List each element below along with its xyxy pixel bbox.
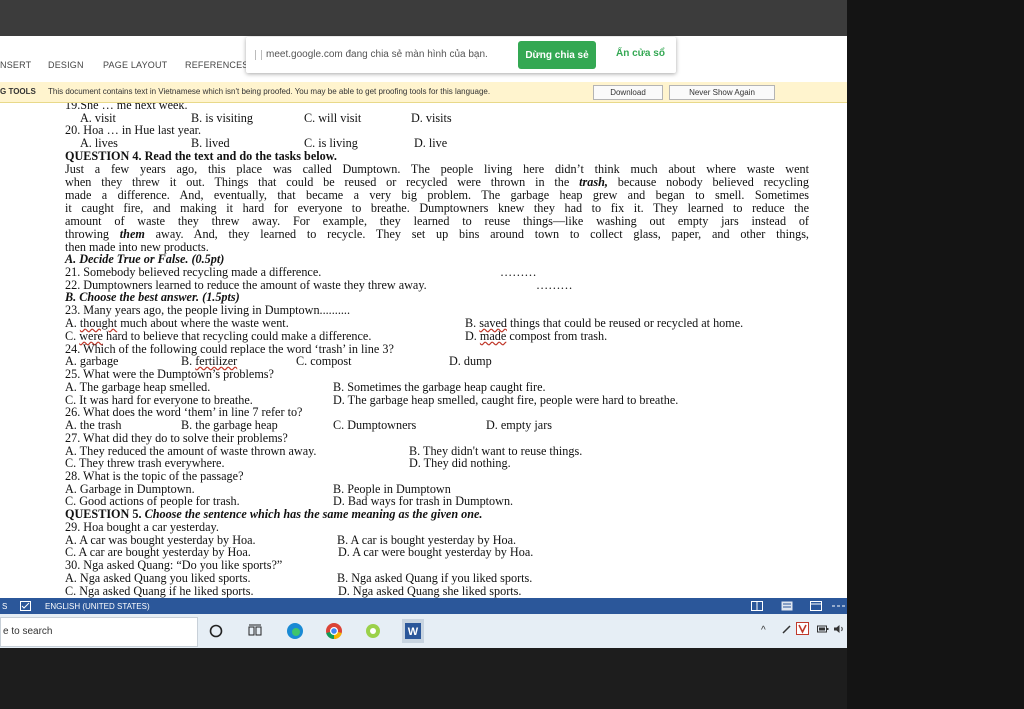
web-layout-icon[interactable] xyxy=(810,601,822,613)
hide-button[interactable]: Ẩn cửa sổ xyxy=(616,48,665,59)
message-bar-label: G TOOLS xyxy=(0,87,36,96)
search-placeholder: e to search xyxy=(3,626,53,637)
language-indicator[interactable]: ENGLISH (UNITED STATES) xyxy=(45,602,150,611)
window-top-area xyxy=(0,0,847,36)
app-icon[interactable] xyxy=(364,622,382,640)
word-icon[interactable]: W xyxy=(402,619,424,643)
q30-option-d: D. Nga asked Quang she liked sports. xyxy=(338,584,522,598)
screen-share-margin xyxy=(0,648,847,709)
q23-option-d: D. made compost from trash. xyxy=(465,329,608,343)
q19-option-c: C. will visit xyxy=(304,111,362,125)
zoom-slider[interactable] xyxy=(832,601,846,613)
cortana-icon[interactable] xyxy=(207,622,225,640)
q30-option-c: C. Nga asked Quang if he liked sports. xyxy=(65,584,254,598)
message-bar-text: This document contains text in Vietnames… xyxy=(48,87,491,96)
edge-icon[interactable] xyxy=(286,622,304,640)
taskbar: e to search W ^ xyxy=(0,614,847,648)
tab-design[interactable]: DESIGN xyxy=(48,60,84,70)
tab-insert[interactable]: NSERT xyxy=(0,60,31,70)
status-bar: S ENGLISH (UNITED STATES) xyxy=(0,598,847,614)
q19-option-d: D. visits xyxy=(411,111,452,125)
volume-icon[interactable] xyxy=(833,624,845,637)
document-page[interactable]: 19.She … me next week. A. visit B. is vi… xyxy=(0,103,847,598)
q27-option-d: D. They did nothing. xyxy=(409,456,511,470)
battery-icon[interactable] xyxy=(817,624,829,637)
pen-icon[interactable] xyxy=(782,624,792,637)
download-button[interactable]: Download xyxy=(593,85,663,100)
q21-blank: ……… xyxy=(500,265,537,279)
q24-option-c: C. compost xyxy=(296,354,352,368)
side-panel-area xyxy=(847,0,1024,709)
never-show-again-button[interactable]: Never Show Again xyxy=(669,85,775,100)
page-indicator[interactable]: S xyxy=(2,602,7,611)
proofing-message-bar: G TOOLS This document contains text in V… xyxy=(0,82,847,103)
tab-references[interactable]: REFERENCES xyxy=(185,60,249,70)
print-layout-icon[interactable] xyxy=(781,601,793,613)
task-view-icon[interactable] xyxy=(246,622,264,640)
antivirus-icon[interactable] xyxy=(796,622,809,638)
stop-sharing-button[interactable]: Dừng chia sẻ xyxy=(518,41,596,69)
q29-option-d: D. A car were bought yesterday by Hoa. xyxy=(338,545,534,559)
share-message: meet.google.com đang chia sẻ màn hình củ… xyxy=(266,49,488,60)
q26-option-c: C. Dumptowners xyxy=(333,418,417,432)
q20-option-d: D. live xyxy=(414,136,448,150)
screen-share-notification: meet.google.com đang chia sẻ màn hình củ… xyxy=(246,37,676,73)
chevron-up-icon[interactable]: ^ xyxy=(761,625,766,636)
chrome-icon[interactable] xyxy=(325,622,343,640)
q22-blank: ……… xyxy=(536,278,573,292)
proofing-icon[interactable] xyxy=(20,601,31,613)
drag-handle-icon[interactable] xyxy=(255,50,262,60)
q24-option-d: D. dump xyxy=(449,354,492,368)
screen-share-view: NSERT DESIGN PAGE LAYOUT REFERENCES meet… xyxy=(0,0,847,709)
read-mode-icon[interactable] xyxy=(751,601,763,613)
tab-page-layout[interactable]: PAGE LAYOUT xyxy=(103,60,167,70)
q25-option-d: D. The garbage heap smelled, caught fire… xyxy=(333,393,679,407)
q26-option-d: D. empty jars xyxy=(486,418,553,432)
taskbar-search-box[interactable]: e to search xyxy=(0,617,198,647)
svg-text:W: W xyxy=(408,626,419,638)
